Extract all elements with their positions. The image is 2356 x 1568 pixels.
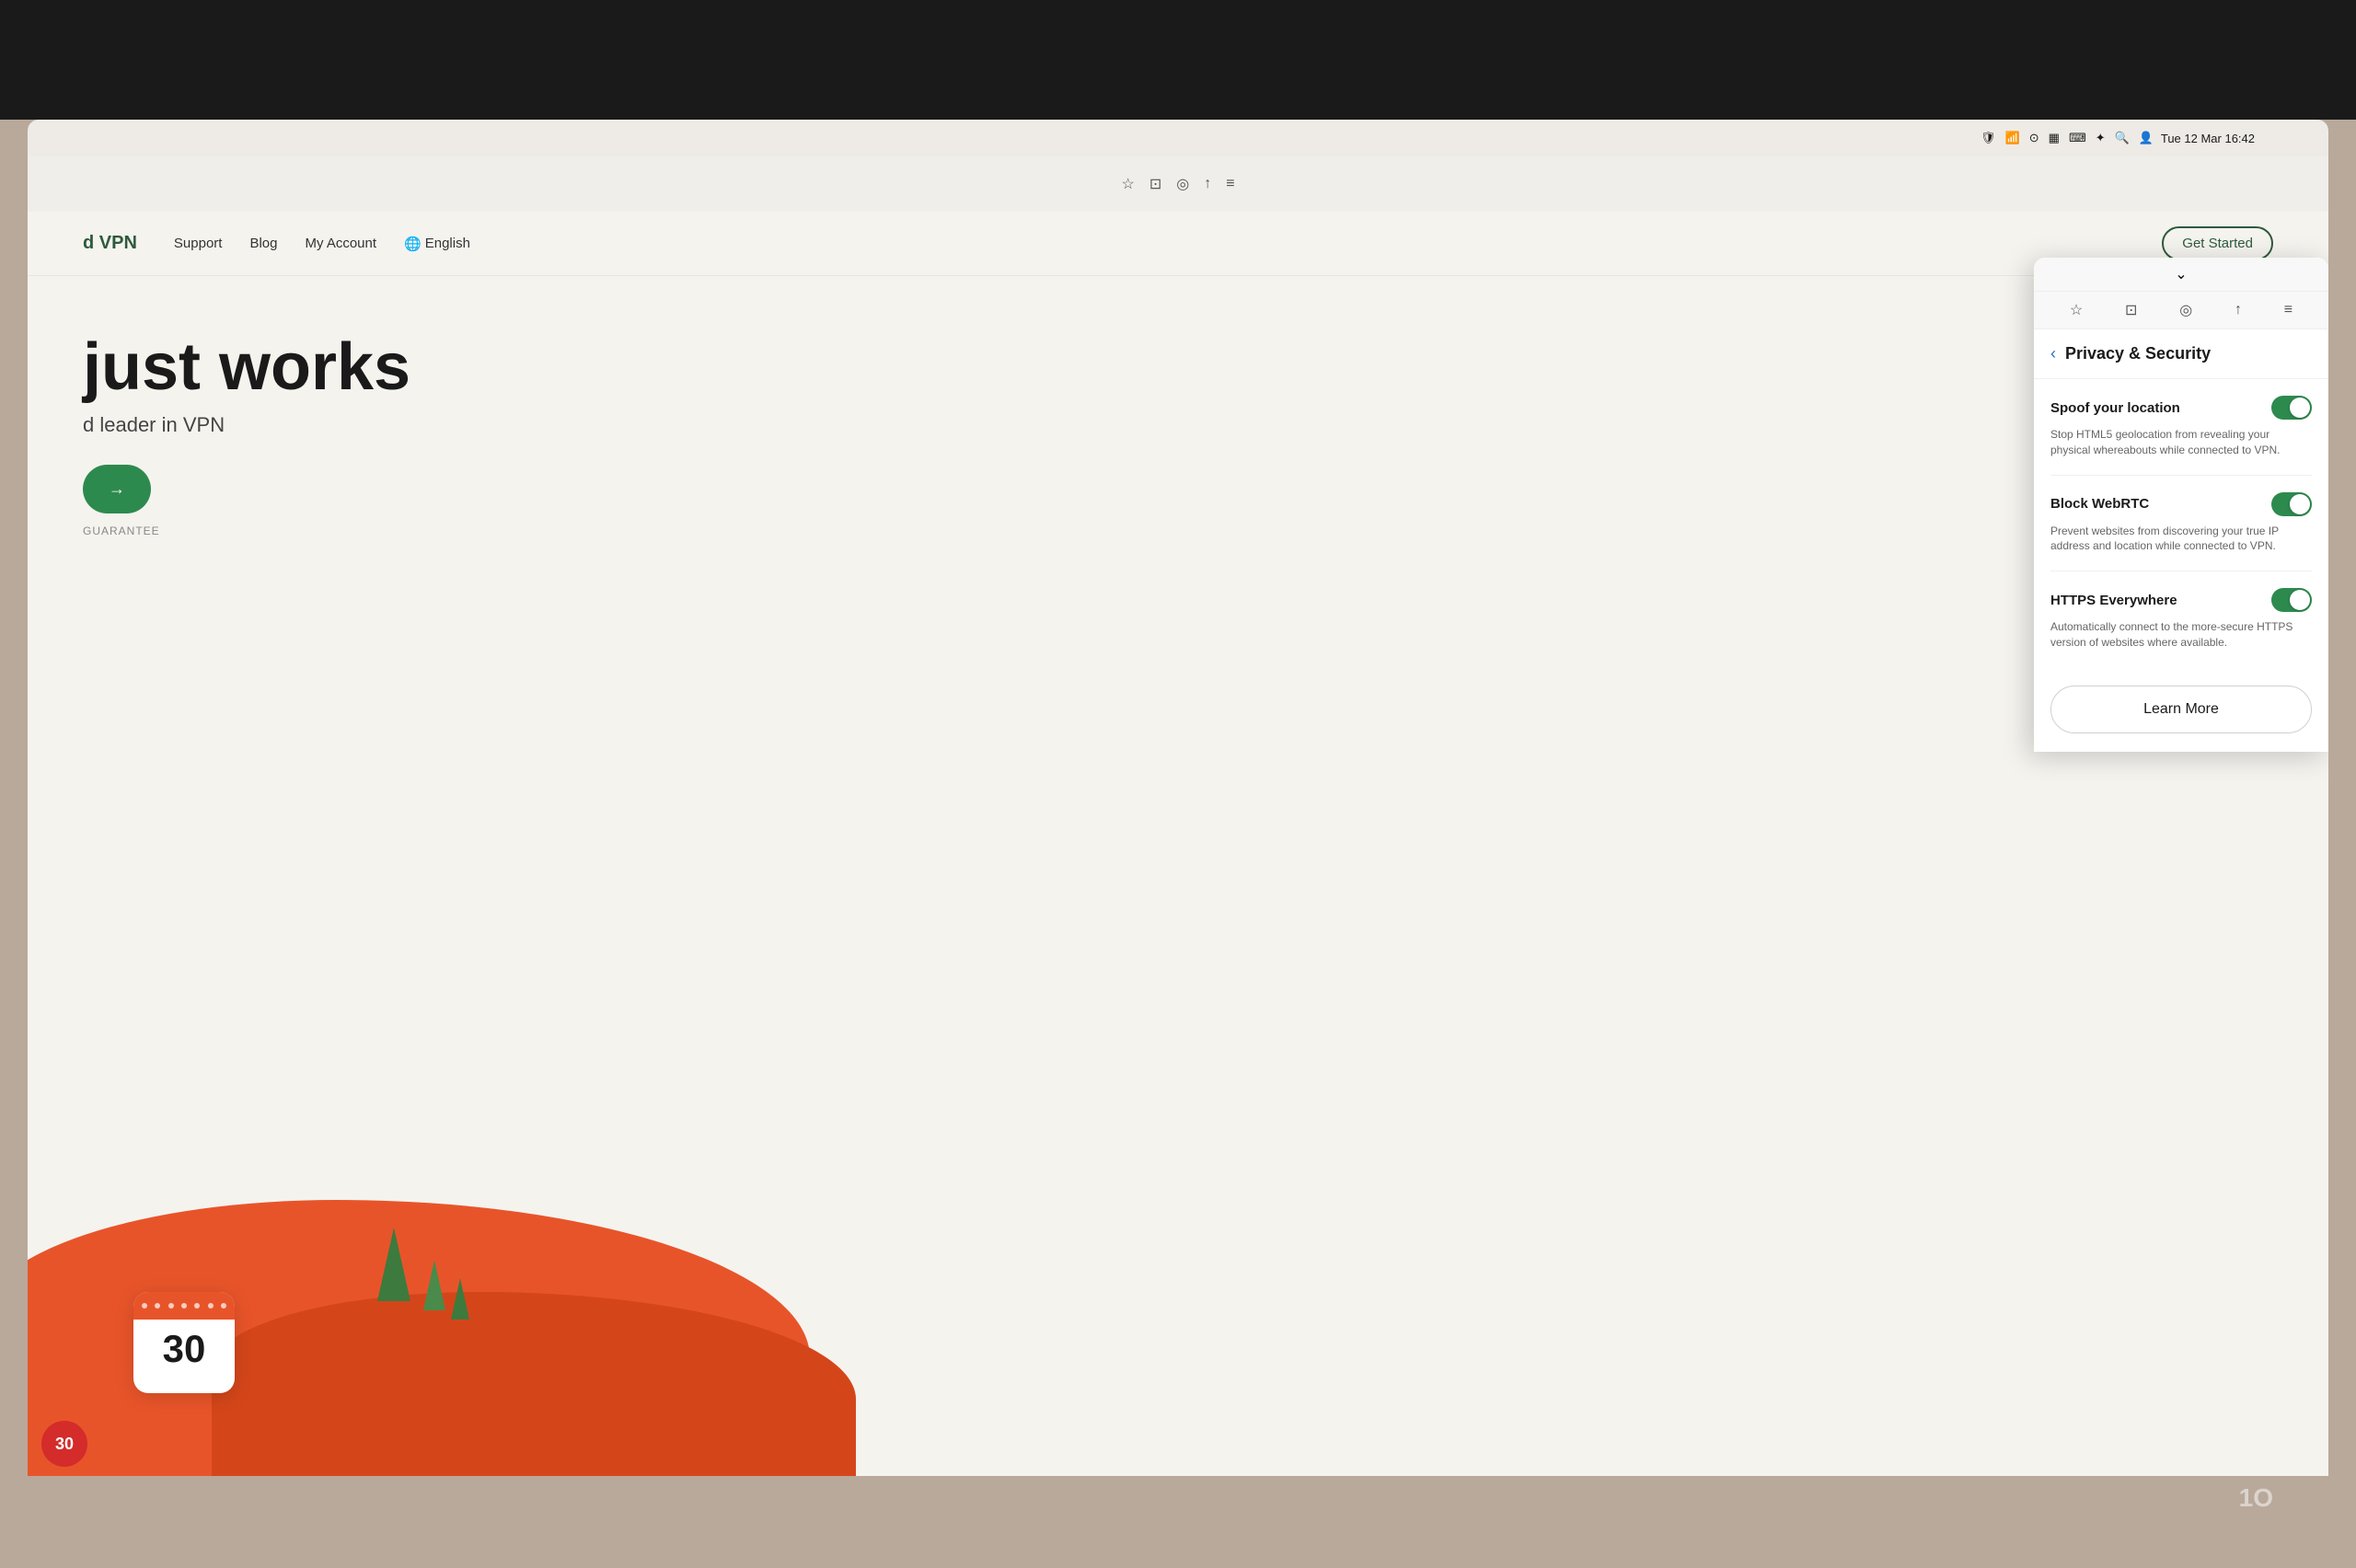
nav-lang-selector[interactable]: 🌐 English [404, 236, 470, 252]
panel-browser-toolbar: ☆ ⊡ ◎ ↑ ≡ [2034, 292, 2328, 329]
calendar-day-number: 30 [133, 1320, 235, 1378]
pocket-toolbar-icon[interactable]: ⊡ [1149, 175, 1161, 193]
screenshot-toolbar-icon[interactable]: ◎ [1176, 175, 1189, 193]
spoof-location-setting: Spoof your location Stop HTML5 geolocati… [2050, 379, 2312, 476]
https-everywhere-row: HTTPS Everywhere [2050, 588, 2312, 612]
calendar-badge: 30 [41, 1421, 87, 1467]
calendar-icon: 30 [133, 1292, 235, 1393]
menu-toolbar-icon[interactable]: ≡ [1226, 176, 1234, 192]
bars-menubar-icon: ▦ [2049, 131, 2060, 145]
hero-subheading: d leader in VPN [83, 413, 2273, 437]
calendar-dot-1 [142, 1303, 147, 1309]
panel-collapse-area[interactable]: ⌄ [2034, 258, 2328, 292]
learn-more-button[interactable]: Learn More [2050, 686, 2312, 733]
panel-title: Privacy & Security [2065, 344, 2211, 363]
hero-cta-button[interactable]: → [83, 465, 151, 513]
block-webrtc-toggle[interactable] [2271, 492, 2312, 516]
block-webrtc-desc: Prevent websites from discovering your t… [2050, 524, 2312, 555]
nav-link-myaccount[interactable]: My Account [305, 236, 376, 251]
panel-share-icon[interactable]: ↑ [2235, 302, 2242, 318]
calendar-header [133, 1292, 235, 1320]
dark-top-overlay [0, 0, 2356, 120]
system-time: Tue 12 Mar 16:42 [2161, 132, 2255, 145]
nav-link-blog[interactable]: Blog [249, 236, 277, 251]
vpn-logo: d VPN [83, 233, 137, 254]
globe-icon: 🌐 [404, 236, 422, 252]
wifi-menubar-icon: 📶 [2005, 131, 2020, 145]
tree-icon-1 [377, 1228, 410, 1301]
guarantee-label: GUARANTEE [83, 525, 2273, 537]
watermark: 1O [2239, 1483, 2273, 1513]
panel-star-icon[interactable]: ☆ [2070, 301, 2083, 319]
shield-menubar-icon: 🛡 [1981, 131, 1996, 145]
portrait-menubar-icon: 👤 [2139, 131, 2154, 145]
bluetooth-menubar-icon: ✦ [2096, 131, 2106, 145]
calendar-dot-5 [194, 1303, 200, 1309]
hero-illustration: 30 30 [28, 1154, 2328, 1476]
website-background: d VPN Support Blog My Account 🌐 English … [28, 212, 2328, 1476]
hero-headline: just works [83, 331, 2273, 404]
calendar-dot-2 [155, 1303, 160, 1309]
panel-back-button[interactable]: ‹ [2050, 344, 2056, 363]
panel-header: ‹ Privacy & Security [2034, 329, 2328, 379]
https-everywhere-setting: HTTPS Everywhere Automatically connect t… [2050, 571, 2312, 667]
search-menubar-icon: 🔍 [2115, 131, 2130, 145]
menu-bar-status-icons: 🛡 📶 ⊙ ▦ ⌨ ✦ 🔍 👤 [1981, 131, 2154, 145]
chevron-down-icon: ⌄ [2175, 265, 2187, 283]
arrow-icon: → [109, 479, 125, 499]
calendar-dot-4 [181, 1303, 187, 1309]
panel-screenshot-icon[interactable]: ◎ [2179, 301, 2192, 319]
block-webrtc-row: Block WebRTC [2050, 492, 2312, 516]
privacy-security-panel: ⌄ ☆ ⊡ ◎ ↑ ≡ ‹ Privacy & Security Spoof y… [2034, 258, 2328, 752]
spoof-location-row: Spoof your location [2050, 396, 2312, 420]
spoof-location-label: Spoof your location [2050, 400, 2180, 416]
panel-menu-icon[interactable]: ≡ [2284, 302, 2292, 318]
panel-settings-list: Spoof your location Stop HTML5 geolocati… [2034, 379, 2328, 667]
menu-bar: 🛡 📶 ⊙ ▦ ⌨ ✦ 🔍 👤 Tue 12 Mar 16:42 [28, 120, 2328, 156]
https-everywhere-desc: Automatically connect to the more-secure… [2050, 619, 2312, 651]
calendar-dot-7 [221, 1303, 226, 1309]
browser-toolbar: ☆ ⊡ ◎ ↑ ≡ [28, 156, 2328, 212]
tree-icon-2 [423, 1260, 445, 1310]
calendar-dot-3 [168, 1303, 174, 1309]
keyboard-menubar-icon: ⌨ [2069, 131, 2086, 145]
spoof-location-desc: Stop HTML5 geolocation from revealing yo… [2050, 427, 2312, 458]
vpn-navigation: d VPN Support Blog My Account 🌐 English … [28, 212, 2328, 276]
block-webrtc-setting: Block WebRTC Prevent websites from disco… [2050, 476, 2312, 572]
get-started-button[interactable]: Get Started [2162, 226, 2273, 260]
calendar-dot-6 [208, 1303, 214, 1309]
lang-label: English [425, 236, 470, 251]
focus-menubar-icon: ⊙ [2029, 131, 2039, 145]
spoof-location-toggle[interactable] [2271, 396, 2312, 420]
share-toolbar-icon[interactable]: ↑ [1204, 176, 1211, 192]
panel-pocket-icon[interactable]: ⊡ [2125, 301, 2137, 319]
tree-icon-3 [451, 1278, 469, 1320]
star-toolbar-icon[interactable]: ☆ [1121, 175, 1134, 193]
hero-section: just works d leader in VPN → GUARANTEE [28, 276, 2328, 1476]
nav-link-support[interactable]: Support [174, 236, 223, 251]
https-everywhere-label: HTTPS Everywhere [2050, 593, 2177, 608]
https-everywhere-toggle[interactable] [2271, 588, 2312, 612]
block-webrtc-label: Block WebRTC [2050, 496, 2149, 512]
